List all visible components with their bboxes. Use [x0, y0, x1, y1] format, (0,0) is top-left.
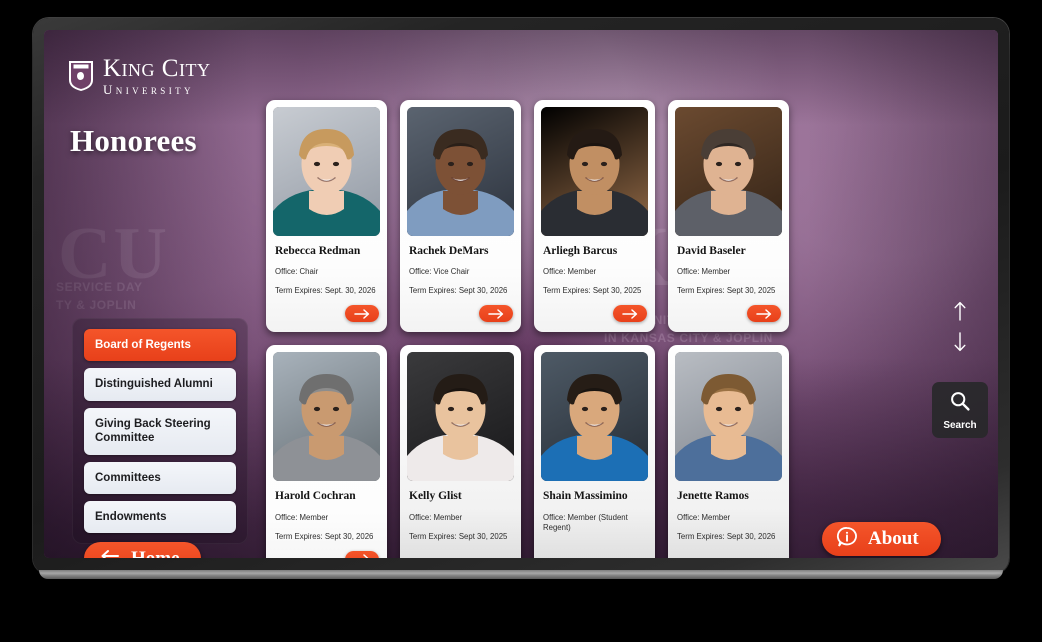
arrow-right-icon[interactable] [613, 305, 647, 323]
honoree-card[interactable]: David Baseler Office: Member Term Expires:… [668, 100, 789, 333]
home-label: Home [131, 547, 180, 559]
brand-logo: King City University [68, 56, 210, 96]
honoree-details: Kelly Glist Office: Member Term Expires: S… [407, 481, 514, 558]
honoree-card[interactable]: Rebecca Redman Office: Chair Term Expires:… [266, 100, 387, 333]
honoree-details: Rachek DeMars Office: Vice Chair Term Expi… [407, 236, 514, 305]
page-title: Honorees [70, 123, 197, 158]
sidebar-item-distinguished-alumni[interactable]: Distinguished Alumni [84, 368, 236, 401]
honoree-term: Term Expires: Sept 30, 2025 [543, 286, 642, 296]
arrow-left-icon [100, 549, 120, 558]
honoree-name: Kelly Glist [409, 490, 462, 503]
arrow-right-icon[interactable] [345, 305, 379, 323]
honoree-card[interactable]: Kelly Glist Office: Member Term Expires: S… [400, 345, 521, 558]
honoree-card[interactable]: Harold Cochran Office: Member Term Expires… [266, 345, 387, 558]
home-button[interactable]: Home [84, 542, 201, 558]
honoree-detail-link-wrap [273, 305, 380, 332]
honoree-card[interactable]: Jenette Ramos Office: Member Term Expires:… [668, 345, 789, 558]
honoree-details: Arliegh Barcus Office: Member Term Expires… [541, 236, 648, 305]
honoree-name: Rebecca Redman [275, 245, 361, 257]
arrow-right-icon[interactable] [345, 550, 379, 558]
honoree-name: Jenette Ramos [677, 490, 749, 503]
honoree-details: Shain Massimino Office: Member (Student R… [541, 481, 648, 558]
sidebar-item-label: Board of Regents [95, 339, 191, 351]
honoree-office: Office: Vice Chair [409, 267, 470, 277]
honoree-name: David Baseler [677, 245, 746, 257]
honoree-photo [541, 352, 648, 482]
sidebar-item-committees[interactable]: Committees [84, 461, 236, 494]
arrow-up-icon [953, 301, 967, 326]
sidebar-item-label: Committees [95, 471, 161, 484]
honoree-photo [541, 107, 648, 236]
honoree-detail-link-wrap [273, 550, 380, 558]
honoree-details: Harold Cochran Office: Member Term Expires… [273, 481, 380, 550]
honoree-photo [407, 107, 514, 236]
sidebar-item-label: Distinguished Alumni [95, 378, 213, 391]
search-button[interactable]: Search [932, 382, 988, 438]
arrow-down-icon [953, 331, 967, 357]
search-icon [949, 390, 971, 417]
honoree-term: Term Expires: Sept. 30, 2026 [275, 286, 376, 296]
honoree-office: Office: Member [677, 267, 731, 277]
sidebar-nav: Board of Regents Distinguished Alumni Givi… [72, 318, 248, 545]
honoree-details: Jenette Ramos Office: Member Term Expires:… [675, 481, 782, 558]
honoree-name: Shain Massimino [543, 490, 628, 503]
logo-line-1: King City [103, 55, 211, 82]
honoree-term: Term Expires: Sept 30, 2026 [275, 531, 374, 541]
kiosk-frame: CU KC SERVICE DAY TY & JOPLIN COMMUNITY … [33, 18, 1009, 579]
honoree-office: Office: Member [543, 267, 597, 277]
honoree-photo [407, 352, 514, 482]
arrow-right-icon[interactable] [479, 305, 513, 323]
honoree-name: Harold Cochran [275, 490, 356, 503]
honoree-term: Term Expires: Sept 30, 2025 [409, 531, 508, 541]
honoree-details: David Baseler Office: Member Term Expires:… [675, 236, 782, 305]
search-label: Search [943, 419, 977, 431]
honoree-card[interactable]: Arliegh Barcus Office: Member Term Expires… [534, 100, 655, 333]
honoree-office: Office: Member (Student Regent) [543, 512, 628, 532]
honoree-office: Office: Member [409, 512, 463, 522]
honoree-term: Term Expires: Sept 30, 2026 [409, 286, 508, 296]
honoree-card-grid: Rebecca Redman Office: Chair Term Expires:… [266, 100, 916, 558]
honoree-card[interactable]: Shain Massimino Office: Member (Student R… [534, 345, 655, 558]
honoree-details: Rebecca Redman Office: Chair Term Expires:… [273, 236, 380, 305]
honoree-photo [675, 107, 782, 236]
kiosk-screen: CU KC SERVICE DAY TY & JOPLIN COMMUNITY … [44, 30, 998, 558]
sidebar-item-board-of-regents[interactable]: Board of Regents [84, 329, 236, 362]
honoree-office: Office: Chair [275, 267, 319, 277]
honoree-term: Term Expires: Sept 30, 2025 [677, 286, 776, 296]
sidebar-item-endowments[interactable]: Endowments [84, 500, 236, 534]
logo-line-2: University [103, 82, 194, 97]
honoree-detail-link-wrap [675, 305, 782, 332]
honoree-detail-link-wrap [541, 305, 648, 332]
sidebar-item-label: Giving Back Steering Committee [95, 417, 211, 445]
honoree-card[interactable]: Rachek DeMars Office: Vice Chair Term Expi… [400, 100, 521, 333]
shield-icon [68, 60, 94, 92]
scroll-down-button[interactable] [949, 331, 971, 357]
honoree-photo [273, 352, 380, 482]
honoree-photo [273, 107, 380, 236]
honoree-office: Office: Member [275, 512, 329, 522]
honoree-photo [675, 352, 782, 482]
honoree-office: Office: Member [677, 512, 731, 522]
honoree-name: Arliegh Barcus [543, 245, 618, 257]
arrow-right-icon[interactable] [747, 305, 781, 323]
honoree-detail-link-wrap [407, 305, 514, 332]
sidebar-item-label: Endowments [95, 510, 167, 523]
scroll-up-button[interactable] [949, 301, 971, 326]
sidebar-item-giving-back-steering-committee[interactable]: Giving Back Steering Committee [84, 407, 236, 455]
honoree-term: Term Expires: Sept 30, 2026 [677, 531, 776, 541]
honoree-name: Rachek DeMars [409, 245, 489, 257]
